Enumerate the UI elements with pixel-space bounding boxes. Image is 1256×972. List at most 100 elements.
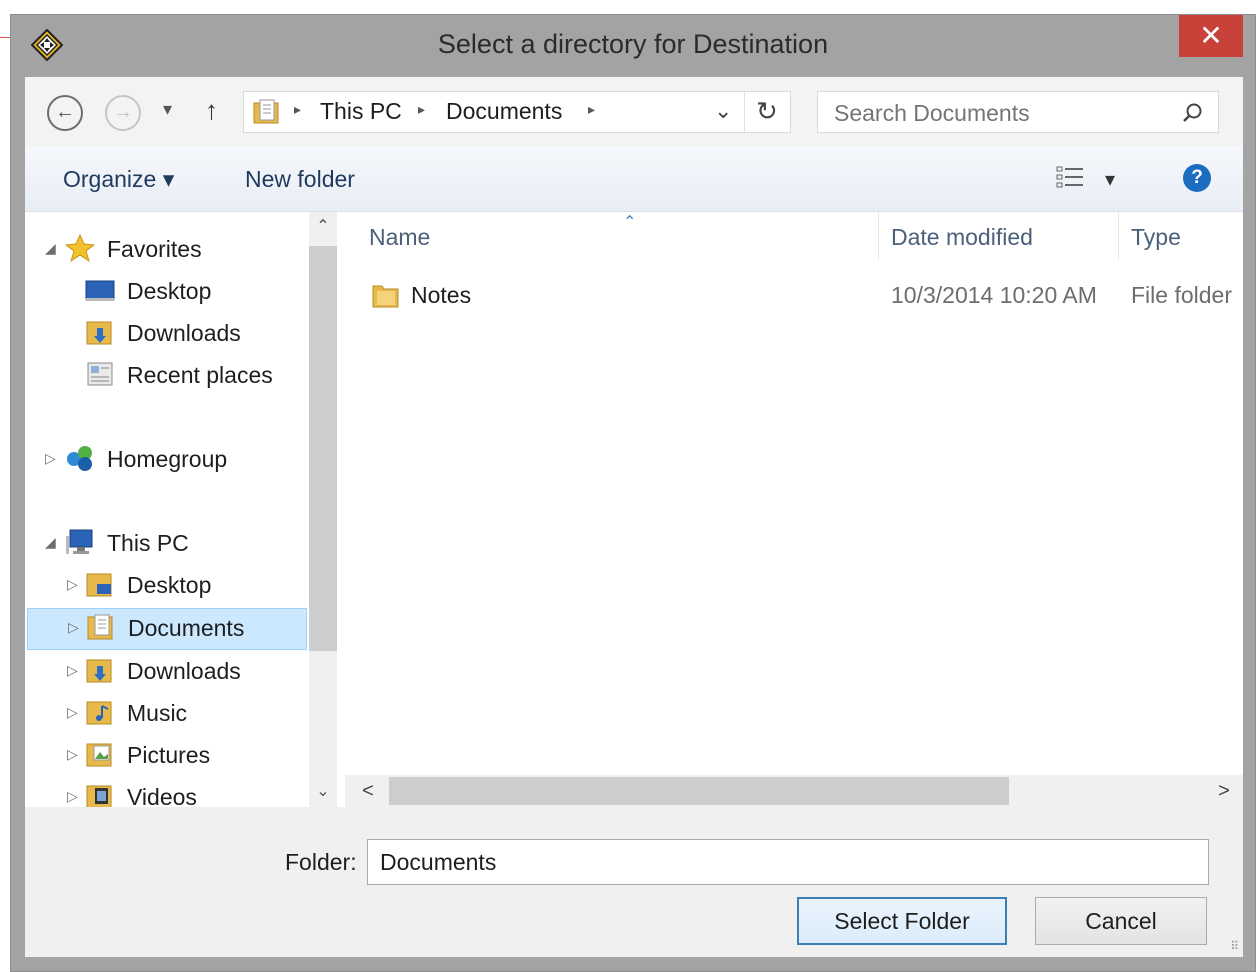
nav-label: Homegroup — [107, 446, 228, 472]
nav-favorites-desktop[interactable]: Desktop — [25, 272, 309, 310]
collapse-arrow-icon[interactable]: ▷ — [67, 746, 78, 763]
search-icon[interactable] — [1182, 102, 1204, 124]
breadcrumb-separator-icon[interactable]: ▸ — [588, 101, 595, 118]
filelist-scrollbar[interactable]: < > — [345, 775, 1243, 807]
scrollbar-thumb[interactable] — [389, 777, 1009, 805]
search-input[interactable] — [832, 96, 1166, 130]
expand-arrow-icon[interactable]: ◢ — [45, 240, 56, 257]
folder-label: Folder: — [285, 849, 357, 875]
resize-grip-icon[interactable]: ⠿ — [1230, 939, 1239, 953]
command-toolbar: Organize ▾ New folder ▾ ? — [25, 147, 1243, 212]
file-list: ⌃ Name Date modified Type Notes 10/3/201… — [345, 212, 1243, 775]
dialog-window: Select a directory for Destination ✕ ← →… — [10, 14, 1256, 972]
nav-favorites-recent-places[interactable]: Recent places — [25, 356, 309, 394]
nav-this-pc-pictures[interactable]: ▷ Pictures — [25, 736, 309, 774]
sort-indicator-icon: ⌃ — [623, 214, 637, 231]
scroll-left-button[interactable]: < — [353, 775, 383, 807]
close-button[interactable]: ✕ — [1179, 15, 1243, 57]
folder-icon — [372, 285, 399, 308]
back-button[interactable]: ← — [47, 95, 83, 131]
documents-folder-icon — [253, 99, 279, 124]
refresh-icon[interactable]: ↻ — [756, 96, 778, 127]
collapse-arrow-icon[interactable]: ▷ — [67, 788, 78, 805]
title-bar[interactable]: Select a directory for Destination ✕ — [11, 15, 1255, 77]
nav-label: Videos — [127, 784, 197, 807]
file-name: Notes — [411, 282, 472, 308]
breadcrumb-documents[interactable]: Documents — [446, 98, 562, 125]
scroll-down-button[interactable]: ⌄ — [309, 777, 337, 807]
file-type: File folder — [1131, 282, 1232, 308]
expand-arrow-icon[interactable]: ◢ — [45, 534, 56, 551]
breadcrumb-separator-icon[interactable]: ▸ — [418, 101, 425, 118]
forward-button[interactable]: → — [105, 95, 141, 131]
navigation-bar: ← → ▾ ↑ ▸ This PC ▸ Documents ▸ ⌄ ↻ — [25, 77, 1243, 147]
address-dropdown-icon[interactable]: ⌄ — [714, 98, 732, 124]
dialog-client: ← → ▾ ↑ ▸ This PC ▸ Documents ▸ ⌄ ↻ Sear… — [25, 77, 1243, 957]
column-header-name[interactable]: Name — [369, 224, 430, 251]
nav-this-pc[interactable]: ◢ This PC — [25, 524, 309, 562]
new-folder-button[interactable]: New folder — [245, 166, 355, 193]
nav-this-pc-music[interactable]: ▷ Music — [25, 694, 309, 732]
view-dropdown-icon[interactable]: ▾ — [1105, 167, 1115, 192]
nav-label: Music — [127, 700, 188, 726]
collapse-arrow-icon[interactable]: ▷ — [68, 619, 79, 636]
nav-this-pc-desktop[interactable]: ▷ Desktop — [25, 566, 309, 604]
star-icon — [65, 234, 95, 262]
nav-this-pc-documents[interactable]: ▷ Documents — [27, 608, 307, 650]
nav-label: Recent places — [127, 362, 273, 388]
breadcrumb-this-pc[interactable]: This PC — [320, 98, 402, 125]
column-header-type[interactable]: Type — [1131, 224, 1181, 251]
search-box[interactable] — [817, 91, 1219, 133]
file-date-modified: 10/3/2014 10:20 AM — [891, 282, 1097, 308]
nav-label: Pictures — [127, 742, 211, 768]
collapse-arrow-icon[interactable]: ▷ — [67, 662, 78, 679]
nav-homegroup[interactable]: ▷ Homegroup — [25, 440, 309, 478]
collapse-arrow-icon[interactable]: ▷ — [67, 576, 78, 593]
cancel-button[interactable]: Cancel — [1035, 897, 1207, 945]
column-divider[interactable] — [878, 212, 879, 260]
window-title: Select a directory for Destination — [437, 29, 829, 59]
navigation-pane: ◢ Favorites Desktop Downloads Recent pla… — [25, 212, 355, 807]
scroll-right-button[interactable]: > — [1209, 775, 1239, 807]
downloads-folder-icon — [86, 321, 112, 345]
downloads-folder-icon — [86, 659, 112, 683]
organize-menu[interactable]: Organize ▾ — [63, 166, 174, 193]
desktop-icon — [85, 280, 115, 301]
collapse-arrow-icon[interactable]: ▷ — [67, 704, 78, 721]
folder-field[interactable] — [367, 839, 1209, 885]
recent-locations-dropdown[interactable]: ▾ — [163, 99, 172, 120]
help-icon[interactable]: ? — [1183, 164, 1211, 192]
homegroup-icon — [67, 446, 92, 471]
videos-folder-icon — [86, 785, 112, 807]
nav-favorites-downloads[interactable]: Downloads — [25, 314, 309, 352]
pictures-folder-icon — [86, 743, 112, 767]
navpane-scrollbar[interactable]: ⌃ ⌄ — [309, 212, 337, 807]
nav-favorites[interactable]: ◢ Favorites — [25, 230, 309, 268]
nav-label: Desktop — [127, 278, 212, 304]
desktop-folder-icon — [86, 573, 112, 597]
scrollbar-thumb[interactable] — [309, 246, 337, 651]
nav-this-pc-videos[interactable]: ▷ Videos — [25, 778, 309, 807]
address-bar[interactable]: ▸ This PC ▸ Documents ▸ ⌄ ↻ — [243, 91, 791, 133]
nav-label: Favorites — [107, 236, 202, 262]
collapse-arrow-icon[interactable]: ▷ — [45, 450, 56, 467]
computer-icon — [66, 529, 93, 554]
recent-places-icon — [87, 362, 113, 386]
column-divider[interactable] — [1118, 212, 1119, 260]
nav-this-pc-downloads[interactable]: ▷ Downloads — [25, 652, 309, 690]
nav-label: Downloads — [127, 320, 241, 346]
view-options-icon[interactable] — [1055, 165, 1085, 191]
dialog-footer: Folder: Select Folder Cancel ⠿ — [25, 807, 1243, 957]
edge-mark — [0, 37, 10, 38]
nav-label: Desktop — [127, 572, 212, 598]
up-button[interactable]: ↑ — [205, 95, 218, 126]
address-divider — [744, 92, 745, 132]
nav-label: Documents — [128, 615, 245, 641]
select-folder-button[interactable]: Select Folder — [797, 897, 1007, 945]
file-row[interactable]: Notes 10/3/2014 10:20 AM File folder — [345, 272, 1243, 318]
scroll-up-button[interactable]: ⌃ — [309, 212, 337, 242]
column-header-date-modified[interactable]: Date modified — [891, 224, 1033, 251]
breadcrumb-separator-icon[interactable]: ▸ — [294, 101, 301, 118]
nav-label: This PC — [107, 530, 189, 556]
nav-label: Downloads — [127, 658, 241, 684]
